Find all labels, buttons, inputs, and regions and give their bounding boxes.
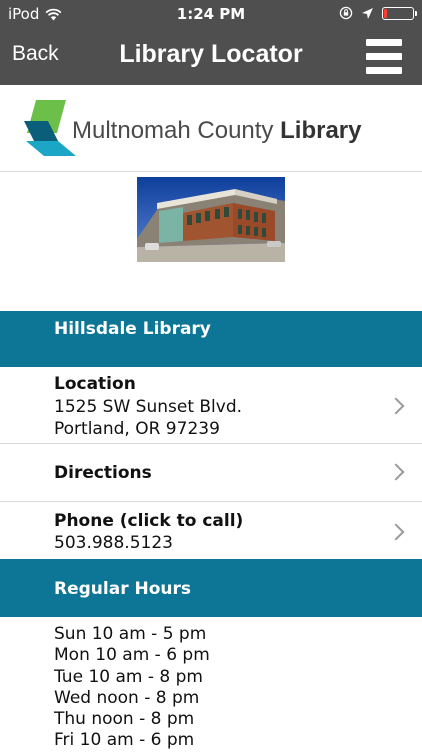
location-arrow-icon <box>362 7 373 19</box>
back-button[interactable]: Back <box>12 42 59 66</box>
regular-hours-title: Regular Hours <box>54 579 192 599</box>
hours-wednesday: Wed noon - 8 pm <box>54 687 200 708</box>
battery-icon <box>382 6 417 20</box>
navigation-bar: Back Library Locator <box>0 28 422 85</box>
orientation-lock-icon <box>339 6 353 20</box>
phone-row[interactable]: Phone (click to call) 503.988.5123 <box>0 502 422 559</box>
phone-label: Phone (click to call) <box>54 511 244 531</box>
directions-label: Directions <box>54 463 152 483</box>
library-logo-text: Multnomah County Library <box>72 117 361 145</box>
regular-hours-header: Regular Hours <box>0 559 422 617</box>
hours-friday: Fri 10 am - 6 pm <box>54 730 195 751</box>
branch-building-photo <box>137 177 285 262</box>
phone-number: 503.988.5123 <box>54 533 173 553</box>
hours-monday: Mon 10 am - 6 pm <box>54 645 210 666</box>
menu-bar <box>366 53 402 60</box>
location-label: Location <box>54 374 136 394</box>
menu-bar <box>366 39 402 46</box>
chevron-right-icon <box>387 397 405 415</box>
address-line-2: Portland, OR 97239 <box>54 419 220 439</box>
location-row[interactable]: Location 1525 SW Sunset Blvd. Portland, … <box>0 368 422 444</box>
hamburger-menu-icon[interactable] <box>366 37 402 75</box>
menu-bar <box>366 67 402 74</box>
branch-name: Hillsdale Library <box>54 319 211 339</box>
hours-list: Sun 10 am - 5 pm Mon 10 am - 6 pm Tue 10… <box>54 624 210 752</box>
status-right <box>339 6 417 20</box>
library-logo-banner: Multnomah County Library <box>0 85 422 172</box>
status-bar: iPod 1:24 PM <box>0 0 422 28</box>
battery-fill <box>384 8 387 18</box>
library-logo-icon <box>24 100 76 156</box>
hours-sunday: Sun 10 am - 5 pm <box>54 624 207 644</box>
branch-name-header: Hillsdale Library <box>0 311 422 367</box>
hours-tuesday: Tue 10 am - 8 pm <box>54 666 203 687</box>
address-line-1: 1525 SW Sunset Blvd. <box>54 397 243 417</box>
page-title: Library Locator <box>119 40 303 68</box>
logo-text-regular: Multnomah County <box>72 117 281 144</box>
hours-thursday: Thu noon - 8 pm <box>54 709 195 730</box>
chevron-right-icon <box>387 523 405 541</box>
chevron-right-icon <box>387 463 405 481</box>
logo-text-bold: Library <box>280 117 362 144</box>
directions-row[interactable]: Directions <box>0 444 422 502</box>
